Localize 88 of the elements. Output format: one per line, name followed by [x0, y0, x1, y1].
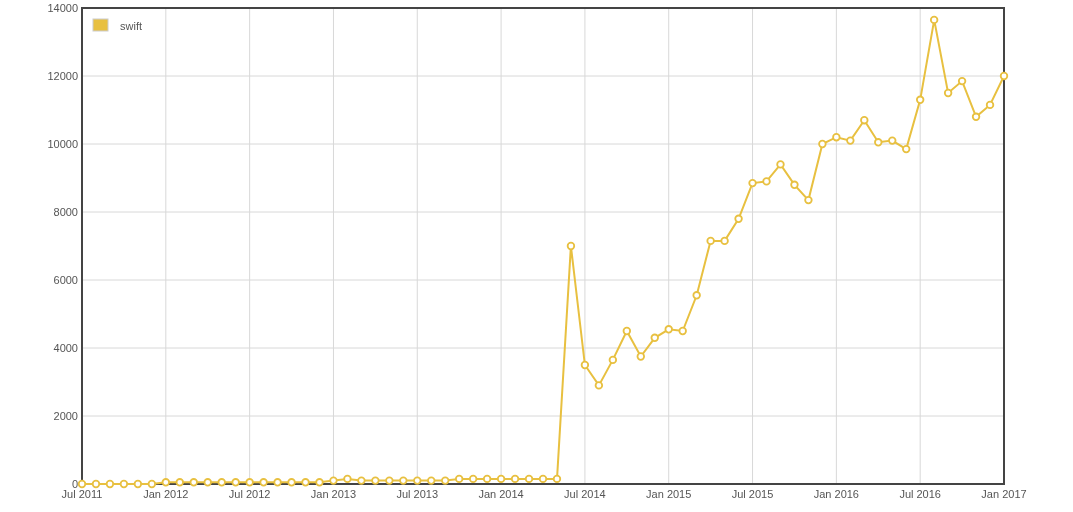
data-point — [161, 478, 170, 487]
y-tick-label: 4000 — [53, 342, 78, 354]
data-point — [622, 326, 631, 336]
data-point — [804, 195, 813, 205]
data-point — [133, 479, 143, 489]
data-point — [496, 474, 506, 484]
data-point — [524, 474, 534, 484]
data-point — [971, 112, 981, 121]
data-point — [399, 476, 408, 485]
data-point — [748, 178, 757, 188]
data-point — [371, 476, 380, 485]
data-point — [846, 136, 855, 145]
data-point — [902, 144, 911, 154]
x-tick-label: Jan 2013 — [310, 488, 357, 500]
data-point — [273, 478, 282, 487]
data-point — [175, 478, 184, 487]
data-point — [720, 236, 729, 246]
data-point — [287, 478, 296, 487]
data-point — [119, 479, 129, 489]
data-point — [776, 160, 785, 169]
data-point — [580, 360, 590, 370]
data-point — [943, 88, 953, 98]
x-tick-label: Jul 2012 — [228, 488, 271, 500]
data-point — [552, 474, 562, 484]
x-tick-label: Jul 2014 — [564, 488, 606, 500]
data-point — [301, 478, 310, 487]
legend-label: swift — [120, 20, 142, 32]
data-point — [91, 479, 101, 489]
data-point — [413, 476, 422, 485]
x-tick-label: Jul 2016 — [899, 488, 941, 500]
data-point — [832, 133, 841, 142]
data-point — [566, 241, 576, 251]
x-tick-label: Jan 2012 — [143, 488, 189, 500]
data-point — [427, 476, 436, 485]
data-point — [441, 476, 450, 485]
data-point — [217, 478, 226, 487]
data-point — [385, 476, 394, 485]
data-point — [916, 95, 925, 104]
data-point — [105, 479, 115, 489]
data-point — [692, 291, 701, 300]
data-point — [77, 479, 87, 489]
data-point — [999, 71, 1009, 81]
x-tick-label: Jul 2015 — [731, 488, 774, 500]
data-point — [678, 326, 687, 336]
data-point — [343, 474, 352, 484]
data-point — [259, 478, 268, 487]
y-tick-label: 2000 — [53, 410, 78, 422]
data-point — [790, 180, 799, 189]
data-point — [538, 474, 548, 484]
data-point — [888, 136, 897, 145]
data-point — [468, 474, 478, 484]
data-point — [734, 214, 743, 223]
data-point — [482, 474, 492, 484]
y-tick-label: 0 — [71, 478, 78, 490]
data-point — [636, 352, 645, 361]
data-point — [985, 100, 995, 110]
data-point — [762, 177, 771, 186]
y-tick-label: 8000 — [53, 206, 78, 218]
data-point — [189, 478, 198, 487]
data-point — [510, 474, 520, 484]
data-point — [650, 333, 659, 342]
data-point — [231, 478, 240, 487]
x-tick-label: Jan 2014 — [478, 488, 524, 500]
y-tick-label: 10000 — [47, 138, 78, 150]
data-point — [957, 76, 967, 86]
data-point — [818, 139, 827, 149]
y-tick-label: 6000 — [53, 274, 78, 286]
data-point — [203, 478, 212, 487]
data-point — [608, 355, 618, 365]
x-tick-label: Jan 2015 — [646, 488, 692, 500]
data-point — [706, 236, 715, 246]
data-point — [329, 476, 338, 485]
x-tick-label: Jul 2013 — [396, 488, 439, 500]
data-point — [664, 325, 673, 334]
data-point — [315, 478, 324, 487]
y-tick-label: 12000 — [47, 70, 78, 82]
data-point — [245, 478, 254, 487]
data-point — [929, 15, 939, 25]
data-point — [594, 381, 604, 390]
x-tick-label: Jul 2011 — [61, 488, 103, 500]
data-point — [455, 474, 464, 484]
x-tick-label: Jan 2016 — [813, 488, 859, 500]
y-tick-label: 14000 — [47, 2, 78, 14]
data-point — [357, 476, 366, 485]
data-point — [147, 479, 157, 489]
data-point — [874, 138, 883, 147]
x-tick-label: Jan 2017 — [981, 488, 1027, 500]
data-point — [860, 116, 869, 125]
